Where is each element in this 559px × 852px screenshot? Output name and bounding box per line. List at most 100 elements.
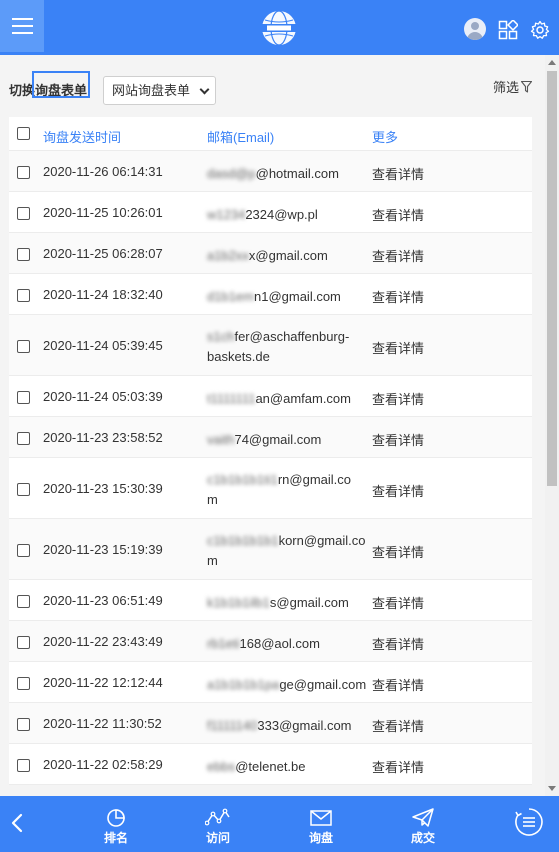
view-details-link[interactable]: 查看详情 [372, 542, 424, 561]
row-time: 2020-11-22 23:43:49 [43, 634, 163, 649]
view-details-link[interactable]: 查看详情 [372, 246, 424, 265]
row-checkbox[interactable] [17, 759, 30, 772]
table-row: 2020-11-22 11:30:52 f1111140333@gmail.com… [9, 703, 532, 744]
top-bar [0, 0, 559, 55]
table-row: 2020-11-26 06:14:31 dasd@p@hotmail.com 查看详… [9, 151, 532, 192]
email-visible: 333@gmail.com [257, 718, 352, 733]
row-checkbox[interactable] [17, 340, 30, 353]
row-checkbox[interactable] [17, 391, 30, 404]
row-checkbox[interactable] [17, 677, 30, 690]
table-row: 2020-11-23 06:51:49 k1b1b1ilb1s@gmail.com… [9, 580, 532, 621]
email-visible: rn@gmail.co [277, 472, 352, 487]
row-checkbox[interactable] [17, 636, 30, 649]
row-checkbox[interactable] [17, 166, 30, 179]
hamburger-menu-icon[interactable] [0, 0, 44, 52]
line-trend-icon [205, 808, 230, 826]
back-arrow-icon[interactable] [8, 812, 26, 834]
row-checkbox[interactable] [17, 544, 30, 557]
view-details-link[interactable]: 查看详情 [372, 716, 424, 735]
nav-item-deals[interactable]: 成交 [393, 796, 453, 852]
email-visible: @telenet.be [235, 759, 306, 774]
view-details-link[interactable]: 查看详情 [372, 634, 424, 653]
row-time: 2020-11-23 23:58:52 [43, 430, 163, 445]
row-time: 2020-11-24 05:03:39 [43, 389, 163, 404]
email-redacted: rb1eti [207, 636, 240, 651]
paper-plane-icon [412, 808, 434, 827]
filter-button[interactable]: 筛选 [493, 77, 533, 96]
row-checkbox[interactable] [17, 248, 30, 261]
view-details-link[interactable]: 查看详情 [372, 205, 424, 224]
nav-label-inquiries: 询盘 [308, 831, 333, 845]
nav-label-deals: 成交 [410, 831, 435, 845]
scroll-up-arrow-icon[interactable] [548, 60, 556, 65]
view-details-link[interactable]: 查看详情 [372, 675, 424, 694]
row-email: ebbs@telenet.be [207, 757, 367, 777]
form-select-value: 网站询盘表单 [112, 83, 191, 98]
email-visible: s@gmail.com [269, 595, 349, 610]
scroll-down-arrow-icon[interactable] [548, 786, 556, 791]
row-checkbox[interactable] [17, 289, 30, 302]
row-email: vaith74@gmail.com [207, 430, 367, 450]
email-redacted: a1b1b1b1pa [207, 677, 280, 692]
email-redacted: vaith [207, 432, 235, 447]
row-email: rb1eti168@aol.com [207, 634, 367, 654]
email-redacted: w1234 [207, 207, 246, 222]
table-row: 2020-11-23 23:58:52 vaith74@gmail.com 查看详情 [9, 417, 532, 458]
row-time: 2020-11-23 15:30:39 [43, 481, 163, 496]
row-checkbox[interactable] [17, 207, 30, 220]
row-email: a1b1b1b1page@gmail.com [207, 675, 367, 695]
table-row: 2020-11-22 02:58:29 ebbs@telenet.be 查看详情 [9, 744, 532, 785]
row-email: dasd@p@hotmail.com [207, 164, 367, 184]
view-details-link[interactable]: 查看详情 [372, 430, 424, 449]
row-email: w12342324@wp.pl [207, 205, 367, 225]
email-line2: m [207, 492, 218, 507]
row-checkbox[interactable] [17, 483, 30, 496]
scroll-thumb[interactable] [547, 71, 557, 486]
view-details-link[interactable]: 查看详情 [372, 389, 424, 408]
select-all-checkbox[interactable] [17, 127, 30, 140]
table-row: 2020-11-24 05:03:39 t1111111an@amfam.com 查… [9, 376, 532, 417]
email-redacted: s1ch [207, 329, 235, 344]
user-avatar[interactable] [464, 18, 486, 40]
row-time: 2020-11-24 18:32:40 [43, 287, 163, 302]
row-email: s1chfer@aschaffenburg-baskets.de [207, 327, 367, 367]
highlight-box [32, 71, 90, 98]
email-line2: baskets.de [207, 349, 270, 364]
row-time: 2020-11-23 15:19:39 [43, 542, 163, 557]
email-redacted: c1b1b1b1b1 [207, 533, 279, 548]
funnel-icon [521, 80, 533, 93]
nav-item-inquiries[interactable]: 询盘 [291, 796, 351, 852]
email-visible: @hotmail.com [255, 166, 339, 181]
apps-grid-icon[interactable] [498, 20, 518, 40]
email-redacted: d1b1em [207, 289, 254, 304]
circle-menu-icon[interactable] [514, 807, 544, 837]
row-time: 2020-11-22 02:58:29 [43, 757, 163, 772]
view-details-link[interactable]: 查看详情 [372, 338, 424, 357]
header-email[interactable]: 邮箱(Email) [207, 127, 274, 146]
form-select[interactable]: 网站询盘表单 [103, 76, 216, 105]
nav-item-ranking[interactable]: 排名 [86, 796, 146, 852]
view-details-link[interactable]: 查看详情 [372, 164, 424, 183]
row-time: 2020-11-22 12:12:44 [43, 675, 163, 690]
view-details-link[interactable]: 查看详情 [372, 287, 424, 306]
email-line2: m [207, 553, 218, 568]
row-email: f1111140333@gmail.com [207, 716, 367, 736]
nav-label-visits: 访问 [205, 831, 230, 845]
row-checkbox[interactable] [17, 432, 30, 445]
row-checkbox[interactable] [17, 595, 30, 608]
gear-icon[interactable] [530, 20, 550, 40]
row-time: 2020-11-25 10:26:01 [43, 205, 163, 220]
email-visible: korn@gmail.co [278, 533, 366, 548]
header-time[interactable]: 询盘发送时间 [43, 127, 121, 146]
row-checkbox[interactable] [17, 718, 30, 731]
view-details-link[interactable]: 查看详情 [372, 481, 424, 500]
email-visible: n1@gmail.com [253, 289, 341, 304]
view-details-link[interactable]: 查看详情 [372, 757, 424, 776]
email-redacted: k1b1b1ilb1 [207, 595, 270, 610]
email-visible: x@gmail.com [248, 248, 328, 263]
scrollbar[interactable] [545, 55, 559, 796]
nav-item-visits[interactable]: 访问 [188, 796, 248, 852]
row-email: c1b1b1b1ti1rn@gmail.co m [207, 470, 367, 510]
email-visible: fer@aschaffenburg- [234, 329, 350, 344]
view-details-link[interactable]: 查看详情 [372, 593, 424, 612]
